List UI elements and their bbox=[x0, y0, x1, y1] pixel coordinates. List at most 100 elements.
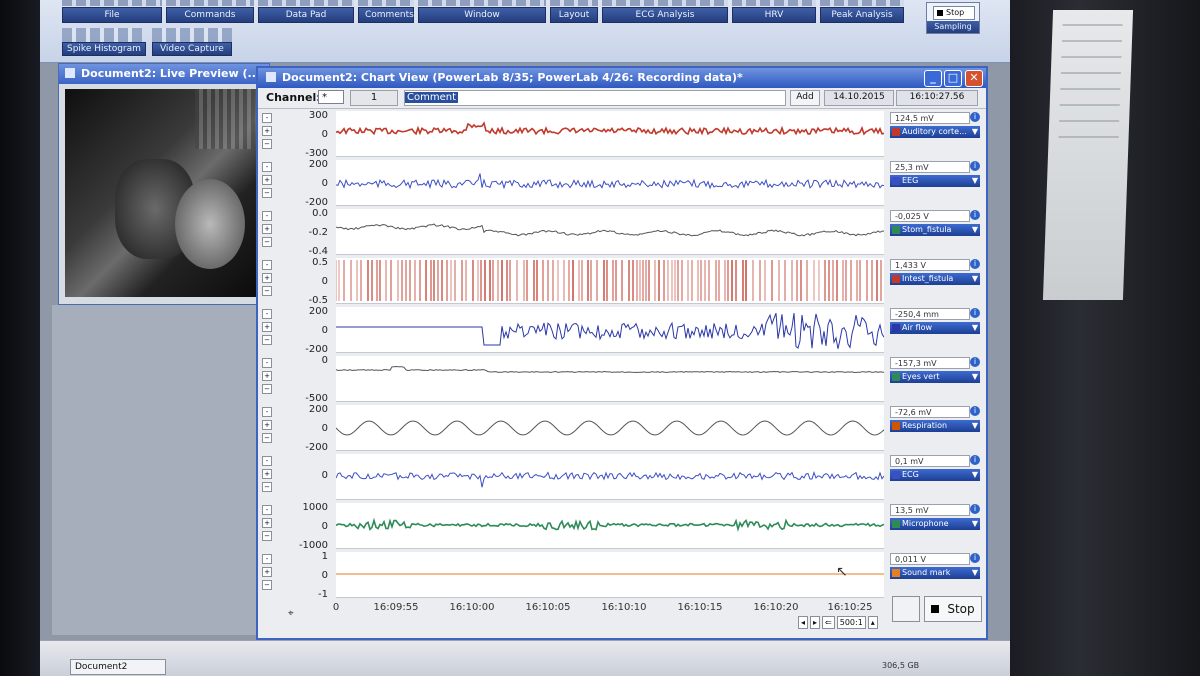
scale-button[interactable]: − bbox=[262, 286, 272, 296]
scale-button[interactable]: + bbox=[262, 567, 272, 577]
channel-trace[interactable] bbox=[336, 111, 884, 157]
monitor-icon[interactable] bbox=[892, 596, 920, 622]
scale-button[interactable]: + bbox=[262, 420, 272, 430]
scale-button[interactable]: - bbox=[262, 309, 272, 319]
live-preview-titlebar[interactable]: Document2: Live Preview (... bbox=[59, 64, 269, 84]
scale-button[interactable]: + bbox=[262, 322, 272, 332]
maximize-button[interactable]: □ bbox=[944, 70, 962, 87]
taskbar-document-button[interactable]: Document2 bbox=[70, 659, 166, 675]
ribbon-icons[interactable] bbox=[62, 0, 162, 6]
scale-button[interactable]: - bbox=[262, 260, 272, 270]
ribbon-tool[interactable]: Spike Histogram bbox=[62, 28, 146, 56]
scale-button[interactable]: − bbox=[262, 335, 272, 345]
scale-button[interactable]: + bbox=[262, 371, 272, 381]
channel-trace[interactable] bbox=[336, 503, 884, 549]
channel-trace[interactable] bbox=[336, 209, 884, 255]
scale-button[interactable]: - bbox=[262, 456, 272, 466]
ribbon-group-label[interactable]: File bbox=[62, 7, 162, 23]
channel-trace[interactable] bbox=[336, 356, 884, 402]
info-icon[interactable]: i bbox=[970, 308, 980, 318]
channel-name-dropdown[interactable]: ECG ▼ bbox=[890, 469, 980, 481]
scale-button[interactable]: − bbox=[262, 237, 272, 247]
ribbon-icons[interactable] bbox=[258, 0, 354, 6]
scale-button[interactable]: + bbox=[262, 175, 272, 185]
scale-button[interactable]: − bbox=[262, 139, 272, 149]
ribbon-icons[interactable] bbox=[550, 0, 598, 6]
zoom-ratio[interactable]: 500:1 bbox=[836, 616, 866, 629]
ribbon-group-label[interactable]: Comments bbox=[358, 7, 414, 23]
chart-view-window[interactable]: Document2: Chart View (PowerLab 8/35; Po… bbox=[256, 66, 988, 640]
ribbon-icons[interactable] bbox=[602, 0, 728, 6]
channel-name-dropdown[interactable]: Sound mark ▼ bbox=[890, 567, 980, 579]
scale-button[interactable]: + bbox=[262, 224, 272, 234]
channel-name-dropdown[interactable]: Intest_fistula ▼ bbox=[890, 273, 980, 285]
scale-button[interactable]: - bbox=[262, 113, 272, 123]
live-preview-window[interactable]: Document2: Live Preview (... bbox=[58, 63, 270, 305]
ribbon-group-label[interactable]: Peak Analysis bbox=[820, 7, 904, 23]
ribbon-icons[interactable] bbox=[358, 0, 414, 6]
scale-button[interactable]: - bbox=[262, 162, 272, 172]
ribbon-icons[interactable] bbox=[820, 0, 904, 6]
channel-name-dropdown[interactable]: Microphone ▼ bbox=[890, 518, 980, 530]
comment-number-field[interactable]: 1 bbox=[350, 90, 398, 106]
ribbon-group-label[interactable]: Layout bbox=[550, 7, 598, 23]
info-icon[interactable]: i bbox=[970, 406, 980, 416]
scale-button[interactable]: − bbox=[262, 531, 272, 541]
scroll-right-button[interactable]: ▸ bbox=[810, 616, 821, 629]
scale-button[interactable]: - bbox=[262, 407, 272, 417]
channel-name-dropdown[interactable]: Stom_fistula ▼ bbox=[890, 224, 980, 236]
info-icon[interactable]: i bbox=[970, 112, 980, 122]
scale-button[interactable]: + bbox=[262, 469, 272, 479]
add-comment-button[interactable]: Add bbox=[790, 90, 820, 106]
ribbon-group-label[interactable]: ECG Analysis bbox=[602, 7, 728, 23]
channel-name-dropdown[interactable]: Air flow ▼ bbox=[890, 322, 980, 334]
scale-button[interactable]: - bbox=[262, 505, 272, 515]
close-button[interactable]: ✕ bbox=[965, 70, 983, 87]
info-icon[interactable]: i bbox=[970, 210, 980, 220]
zoom-up-button[interactable]: ▴ bbox=[867, 616, 878, 629]
comment-input[interactable]: Comment bbox=[404, 90, 786, 106]
ribbon-group-label[interactable]: Commands bbox=[166, 7, 254, 23]
channel-trace[interactable] bbox=[336, 552, 884, 598]
scale-button[interactable]: − bbox=[262, 580, 272, 590]
ribbon-group-label[interactable]: Data Pad bbox=[258, 7, 354, 23]
minimize-button[interactable]: _ bbox=[924, 70, 942, 87]
scale-button[interactable]: − bbox=[262, 433, 272, 443]
scale-button[interactable]: − bbox=[262, 188, 272, 198]
channel-trace[interactable] bbox=[336, 405, 884, 451]
scale-button[interactable]: - bbox=[262, 358, 272, 368]
ribbon-icons[interactable] bbox=[151, 28, 232, 42]
scale-button[interactable]: + bbox=[262, 273, 272, 283]
channel-trace[interactable] bbox=[336, 307, 884, 353]
info-icon[interactable]: i bbox=[970, 504, 980, 514]
scale-button[interactable]: − bbox=[262, 482, 272, 492]
ribbon-icons[interactable] bbox=[62, 28, 142, 42]
info-icon[interactable]: i bbox=[970, 259, 980, 269]
info-icon[interactable]: i bbox=[970, 161, 980, 171]
ribbon-icons[interactable] bbox=[732, 0, 816, 6]
info-icon[interactable]: i bbox=[970, 455, 980, 465]
channel-name-dropdown[interactable]: EEG ▼ bbox=[890, 175, 980, 187]
info-icon[interactable]: i bbox=[970, 357, 980, 367]
scale-button[interactable]: - bbox=[262, 211, 272, 221]
channel-trace[interactable] bbox=[336, 258, 884, 304]
ribbon-stop-button[interactable]: Stop bbox=[933, 6, 975, 20]
channel-name-dropdown[interactable]: Respiration ▼ bbox=[890, 420, 980, 432]
channel-trace[interactable] bbox=[336, 160, 884, 206]
scale-button[interactable]: − bbox=[262, 384, 272, 394]
ribbon-icons[interactable] bbox=[166, 0, 254, 6]
ribbon-group-label[interactable]: HRV bbox=[732, 7, 816, 23]
channel-trace[interactable] bbox=[336, 454, 884, 500]
ribbon-icons[interactable] bbox=[418, 0, 546, 6]
chart-view-titlebar[interactable]: Document2: Chart View (PowerLab 8/35; Po… bbox=[258, 68, 986, 88]
scroll-left-button[interactable]: ◂ bbox=[798, 616, 809, 629]
zoom-out-button[interactable]: ⇐ bbox=[822, 616, 835, 629]
scale-button[interactable]: + bbox=[262, 518, 272, 528]
channel-name-dropdown[interactable]: Eyes vert ▼ bbox=[890, 371, 980, 383]
ribbon-group-label[interactable]: Window bbox=[418, 7, 546, 23]
scale-button[interactable]: + bbox=[262, 126, 272, 136]
ribbon-tool[interactable]: Video Capture bbox=[151, 28, 232, 56]
channel-select[interactable]: * bbox=[318, 90, 344, 104]
pointer-tool-icon[interactable]: ⌖ bbox=[288, 608, 294, 619]
channel-plots[interactable]: - + −300 0 -300 124,5 mV i Auditory corte... ▼ - +… bbox=[258, 110, 986, 600]
